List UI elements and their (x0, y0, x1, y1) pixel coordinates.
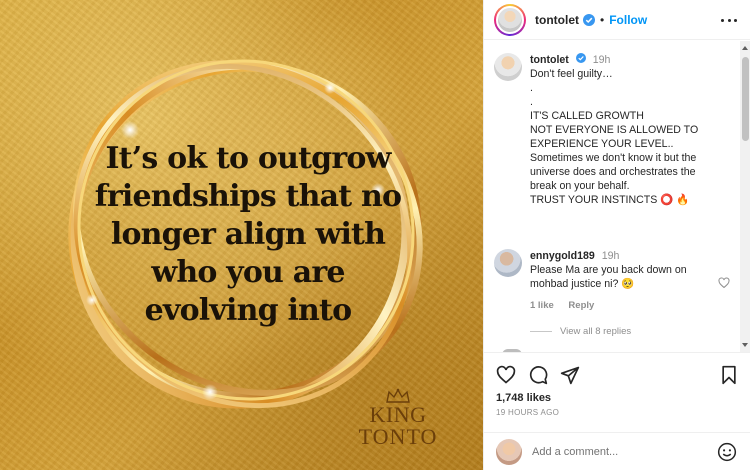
comments-area[interactable]: tontolet 19h Don't feel guilty… . . IT'S… (484, 41, 740, 352)
caption-line: break on your behalf. (530, 180, 630, 192)
caption-text: Don't feel guilty… . . IT'S CALLED GROWT… (530, 67, 698, 207)
author-avatar[interactable] (494, 3, 526, 36)
verified-badge-icon (575, 53, 586, 63)
more-options-icon[interactable] (721, 12, 737, 28)
comments-scrollbar[interactable] (740, 41, 750, 352)
comment-text: Please Ma are you back down on mohbad ju… (530, 264, 687, 290)
scroll-down-arrow[interactable] (742, 343, 748, 347)
post-sidebar: tontolet • Follow tontolet 19h Don't fee… (483, 0, 750, 470)
caption-line: . (530, 82, 533, 94)
share-icon[interactable] (560, 365, 580, 385)
caption-line: . (530, 96, 533, 108)
quote-text: It’s ok to outgrow friendships that no l… (94, 141, 402, 328)
emoji-icon[interactable] (717, 442, 737, 462)
caption-line: TRUST YOUR INSTINCTS ⭕ 🔥 (530, 194, 690, 206)
comment-item: ennygold189 19h Please Ma are you back d… (494, 249, 734, 313)
post-image[interactable]: It’s ok to outgrow friendships that no l… (0, 0, 483, 470)
scroll-up-arrow[interactable] (742, 46, 748, 50)
commenter-avatar[interactable] (494, 249, 522, 277)
current-user-avatar (496, 438, 522, 465)
caption-line: EXPERIENCE YOUR LEVEL.. (530, 138, 674, 150)
scroll-thumb[interactable] (742, 57, 749, 141)
heart-icon[interactable] (718, 277, 730, 289)
post-actions: 1,748 likes 19 HOURS AGO (484, 352, 750, 432)
reply-button[interactable]: Reply (568, 300, 594, 311)
caption-username[interactable]: tontolet (530, 54, 569, 66)
heart-icon[interactable] (496, 365, 516, 385)
add-comment-bar (484, 432, 750, 470)
bookmark-icon[interactable] (720, 365, 738, 385)
comment-icon[interactable] (528, 365, 548, 385)
post-timestamp: 19 HOURS AGO (496, 408, 560, 417)
post-caption: tontolet 19h Don't feel guilty… . . IT'S… (494, 53, 734, 207)
likes-count[interactable]: 1,748 likes (496, 392, 551, 404)
post-header: tontolet • Follow (484, 0, 750, 40)
comment-time: 19h (601, 250, 620, 262)
caption-line: Sometimes we don't know it but the (530, 152, 697, 164)
commenter-username[interactable]: ennygold189 (530, 250, 595, 262)
caption-line: NOT EVERYONE IS ALLOWED TO (530, 124, 699, 136)
verified-badge-icon (583, 13, 595, 26)
comment-input[interactable] (532, 445, 702, 458)
caption-time: 19h (592, 54, 611, 66)
caption-line: Don't feel guilty… (530, 68, 613, 80)
comment-likes[interactable]: 1 like (530, 300, 554, 311)
header-separator: • (600, 12, 605, 27)
caption-line: IT'S CALLED GROWTH (530, 110, 644, 122)
follow-button[interactable]: Follow (609, 13, 647, 27)
author-username[interactable]: tontolet (535, 13, 579, 27)
brand-top: KING (369, 402, 427, 427)
brand-bottom: TONTO (358, 424, 438, 449)
caption-avatar[interactable] (494, 53, 522, 81)
view-replies-label: View all 8 replies (560, 326, 632, 337)
brand-logo: KING TONTO (352, 388, 444, 448)
view-replies-button[interactable]: View all 8 replies (530, 326, 631, 337)
caption-line: universe does and orchestrates the (530, 166, 696, 178)
